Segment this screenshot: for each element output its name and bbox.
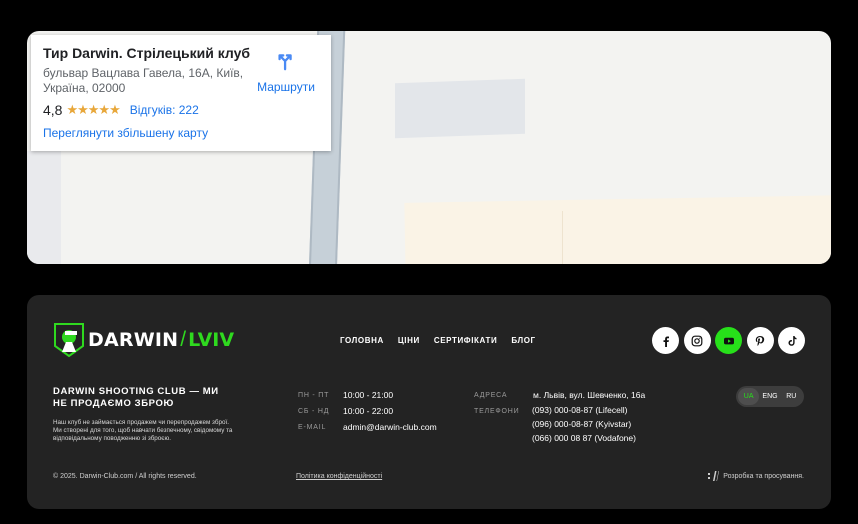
phone-kyivstar[interactable]: (096) 000-08-87 (Kyivstar): [532, 417, 636, 431]
reviews-link[interactable]: Відгуків: 222: [130, 103, 199, 117]
nav-home[interactable]: ГОЛОВНА: [340, 336, 384, 345]
copyright: © 2025. Darwin-Club.com / All rights res…: [53, 473, 197, 480]
logo-brand: DARWIN: [88, 329, 179, 351]
hours-value: 10:00 - 21:00: [343, 390, 394, 400]
site-footer: DARWIN / LVIV ГОЛОВНА ЦІНИ СЕРТИФІКАТИ Б…: [27, 295, 831, 509]
lang-ru[interactable]: RU: [781, 388, 802, 405]
rating-value: 4,8: [43, 102, 63, 118]
club-tagline: DARWIN SHOOTING CLUB — МИ НЕ ПРОДАЄМО ЗБ…: [53, 386, 219, 409]
youtube-icon[interactable]: [715, 327, 742, 354]
address-label: АДРЕСА: [474, 391, 508, 399]
map-area-border: [562, 211, 563, 264]
rating-stars-icon: ★★★★★: [66, 102, 120, 117]
place-card: Тир Darwin. Стрілецький клуб бульвар Вац…: [31, 35, 331, 151]
place-rating: 4,8 ★★★★★ Відгуків: 222: [43, 102, 319, 118]
pinterest-icon[interactable]: [746, 327, 774, 354]
hours-row-weekend: СБ - НД 10:00 - 22:00: [298, 403, 437, 419]
hours-row-weekdays: ПН - ПТ 10:00 - 21:00: [298, 387, 437, 403]
logo-separator: /: [180, 328, 187, 351]
email-row: E-MAIL admin@darwin-club.com: [298, 419, 437, 435]
hours-label: ПН - ПТ: [298, 391, 330, 399]
phone-vodafone[interactable]: (066) 000 08 87 (Vodafone): [532, 431, 636, 445]
map-building: [395, 78, 525, 139]
nav-blog[interactable]: БЛОГ: [511, 336, 535, 345]
facebook-icon[interactable]: [652, 327, 679, 354]
tiktok-icon[interactable]: [778, 327, 805, 354]
developer-label: Розробка та просування.: [723, 472, 804, 480]
directions-label: Маршрути: [257, 80, 315, 94]
phone-lifecell[interactable]: (093) 000-08-87 (Lifecell): [532, 403, 636, 417]
logo-shield-icon: [54, 323, 84, 358]
developer-credit[interactable]: Розробка та просування.: [708, 471, 804, 481]
phone-list: (093) 000-08-87 (Lifecell) (096) 000-08-…: [532, 403, 636, 445]
club-description: Наш клуб не займається продажем чи переп…: [53, 419, 233, 442]
hours-label: СБ - НД: [298, 407, 330, 415]
social-links: [652, 327, 810, 354]
language-switcher: UA ENG RU: [736, 386, 804, 407]
lang-ua[interactable]: UA: [738, 388, 760, 405]
place-address: бульвар Вацлава Гавела, 16А, Київ, Украї…: [43, 66, 244, 95]
map-area: [404, 195, 831, 264]
larger-map-link[interactable]: Переглянути збільшену карту: [43, 126, 319, 140]
phones-label: ТЕЛЕФОНИ: [474, 407, 520, 415]
instagram-icon[interactable]: [683, 327, 711, 354]
directions-icon: [278, 54, 292, 71]
directions-button[interactable]: Маршрути: [255, 49, 317, 94]
map-embed[interactable]: Тир Darwin. Стрілецький клуб бульвар Вац…: [27, 31, 831, 264]
address-value: м. Львів, вул. Шевченко, 16а: [533, 390, 646, 400]
email-link[interactable]: admin@darwin-club.com: [343, 422, 437, 432]
logo-city: LVIV: [188, 329, 235, 351]
working-hours: ПН - ПТ 10:00 - 21:00 СБ - НД 10:00 - 22…: [298, 387, 437, 435]
developer-logo-icon: [708, 471, 720, 481]
address-row: АДРЕСА м. Львів, вул. Шевченко, 16а: [474, 387, 645, 403]
footer-nav: ГОЛОВНА ЦІНИ СЕРТИФІКАТИ БЛОГ: [340, 336, 550, 345]
nav-certificates[interactable]: СЕРТИФІКАТИ: [434, 336, 498, 345]
map-block: [27, 151, 61, 264]
email-label: E-MAIL: [298, 423, 327, 431]
lang-eng[interactable]: ENG: [759, 388, 780, 405]
nav-prices[interactable]: ЦІНИ: [398, 336, 420, 345]
privacy-policy-link[interactable]: Політика конфіденційності: [296, 473, 382, 480]
hours-value: 10:00 - 22:00: [343, 406, 394, 416]
logo[interactable]: DARWIN / LVIV: [53, 322, 234, 358]
